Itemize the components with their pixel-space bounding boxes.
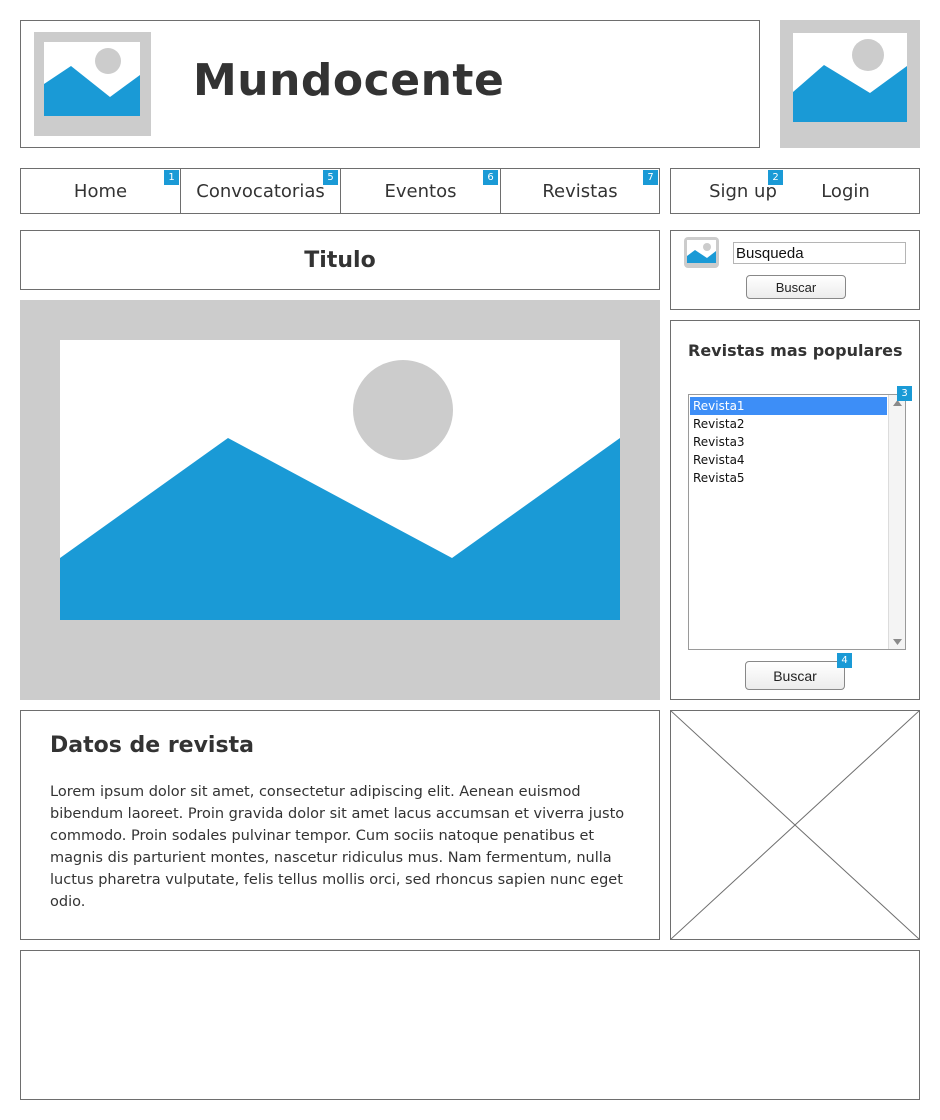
signup-label: Sign up (709, 180, 777, 202)
annotation-badge: 2 (768, 170, 783, 185)
scroll-down-arrow-icon (893, 639, 902, 645)
list-item[interactable]: Revista1 (690, 397, 887, 415)
annotation-badge: 1 (164, 170, 179, 185)
title-box: Titulo (20, 230, 660, 290)
login-link[interactable]: Login (803, 169, 888, 213)
page-title: Titulo (304, 247, 376, 273)
search-button[interactable]: Buscar (746, 275, 846, 299)
popular-search-button[interactable]: Buscar (745, 661, 845, 690)
footer-box (20, 950, 920, 1100)
nav-convocatorias[interactable]: Convocatorias (181, 169, 340, 213)
nav-eventos[interactable]: Eventos (341, 169, 500, 213)
nav-home[interactable]: Home (21, 169, 180, 213)
crossed-placeholder (670, 710, 920, 940)
search-input[interactable] (733, 242, 906, 264)
details-heading: Datos de revista (50, 733, 254, 758)
header-side-image-icon (780, 20, 920, 148)
hero-image-icon (20, 300, 660, 700)
details-panel: Datos de revista Lorem ipsum dolor sit a… (20, 710, 660, 940)
popular-panel: Revistas mas populares Revista1 Revista2… (670, 320, 920, 700)
details-body: Lorem ipsum dolor sit amet, consectetur … (50, 784, 625, 910)
search-panel: Buscar (670, 230, 920, 310)
main-nav: Home Convocatorias Eventos Revistas 1 5 … (20, 168, 660, 214)
annotation-badge: 7 (643, 170, 658, 185)
list-item[interactable]: Revista5 (690, 469, 887, 487)
header-banner: Mundocente (20, 20, 760, 148)
nav-eventos-label: Eventos (384, 180, 457, 202)
list-item[interactable]: Revista3 (690, 433, 887, 451)
site-title: Mundocente (193, 55, 505, 106)
logo-image-icon (34, 32, 151, 136)
popular-list-items: Revista1 Revista2 Revista3 Revista4 Revi… (690, 397, 887, 487)
popular-search-button-label: Buscar (773, 667, 817, 684)
account-nav: Sign up Login 2 (670, 168, 920, 214)
login-label: Login (821, 180, 870, 202)
image-placeholder-icon (684, 237, 719, 268)
search-button-label: Buscar (775, 279, 817, 295)
list-scrollbar[interactable] (888, 395, 905, 649)
annotation-badge: 6 (483, 170, 498, 185)
list-item[interactable]: Revista2 (690, 415, 887, 433)
nav-home-label: Home (73, 180, 128, 202)
nav-revistas-label: Revistas (542, 180, 618, 202)
nav-convocatorias-label: Convocatorias (196, 180, 325, 202)
popular-list[interactable]: Revista1 Revista2 Revista3 Revista4 Revi… (688, 394, 906, 650)
list-item[interactable]: Revista4 (690, 451, 887, 469)
nav-revistas[interactable]: Revistas (501, 169, 659, 213)
annotation-badge: 4 (837, 653, 852, 668)
annotation-badge: 3 (897, 386, 912, 401)
annotation-badge: 5 (323, 170, 338, 185)
popular-heading: Revistas mas populares (688, 341, 903, 360)
